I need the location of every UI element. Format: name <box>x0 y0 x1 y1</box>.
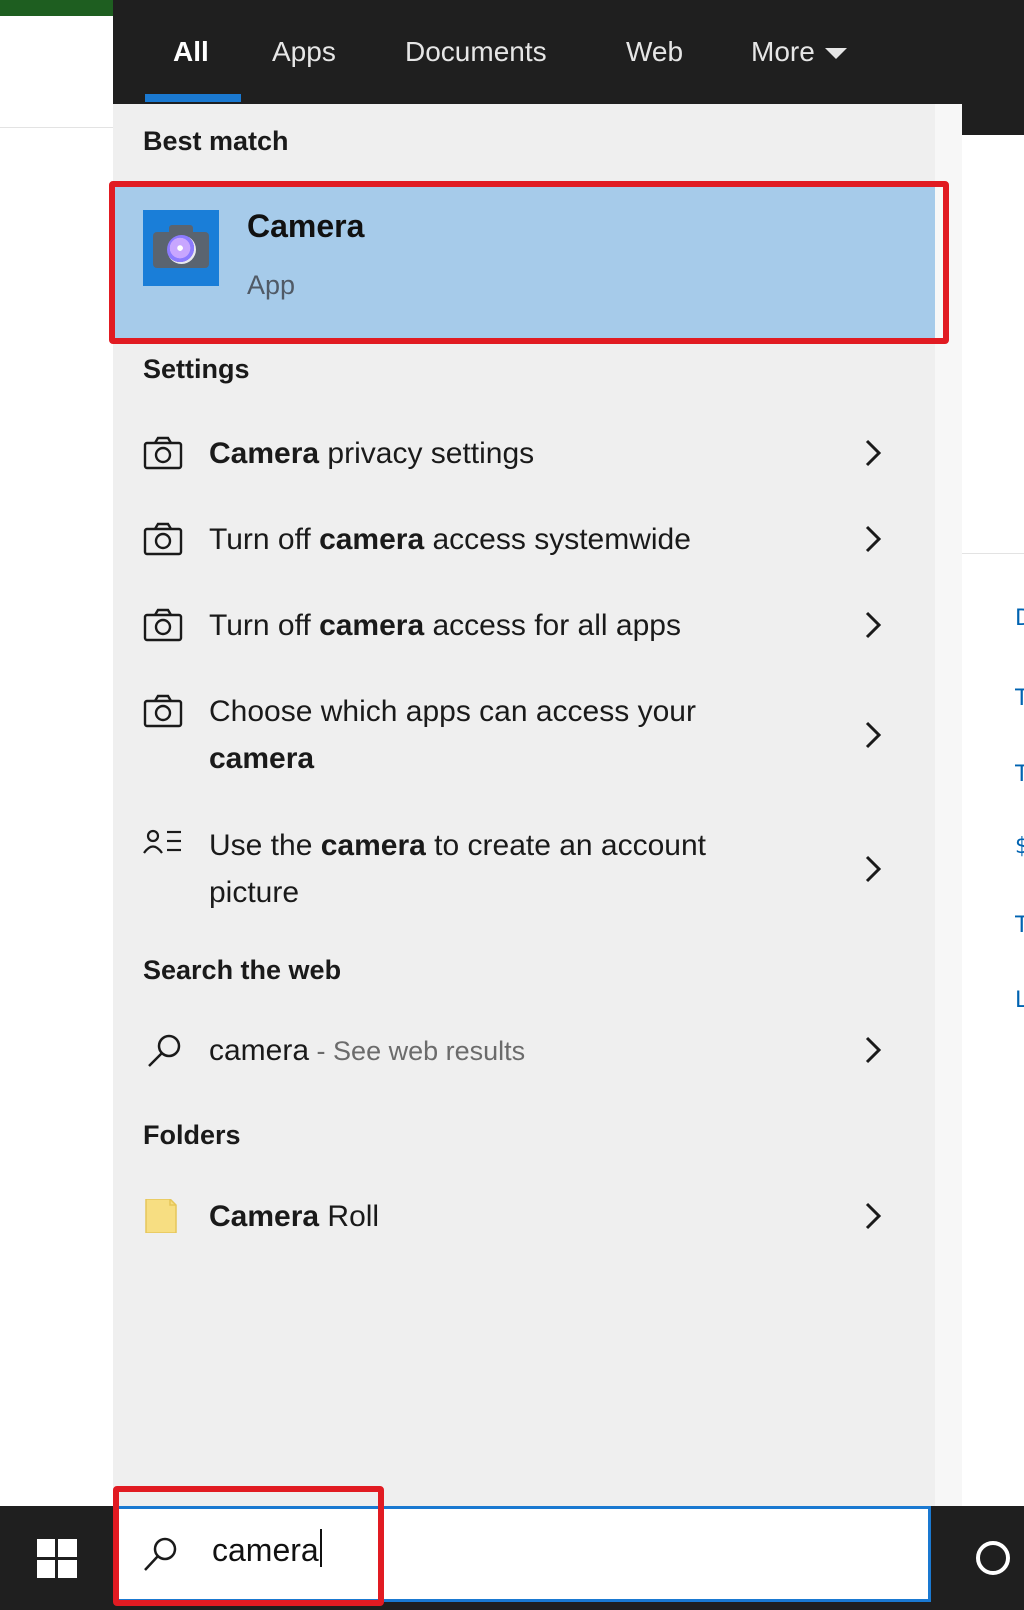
cortana-circle-icon <box>976 1541 1010 1575</box>
tab-documents[interactable]: Documents <box>405 0 547 104</box>
settings-result-label: Use the camera to create an account pictu… <box>209 829 707 909</box>
start-button[interactable] <box>0 1506 113 1610</box>
background-link-fragment: T <box>1015 913 1024 937</box>
search-tab-bar <box>113 0 1024 104</box>
chevron-right-icon <box>865 1202 882 1230</box>
background-divider <box>962 553 1024 554</box>
section-best-match: Best match <box>143 126 289 156</box>
camera-outline-icon <box>143 436 183 470</box>
chevron-right-icon <box>865 611 882 639</box>
tab-more[interactable]: More <box>751 0 847 104</box>
chevron-right-icon <box>865 855 882 883</box>
section-folders: Folders <box>143 1120 241 1150</box>
camera-outline-icon <box>143 694 183 728</box>
background-app-titlebar <box>0 0 113 16</box>
background-link-fragment: $ <box>1015 834 1024 858</box>
active-tab-indicator <box>145 94 241 102</box>
background-link-fragment: T <box>1015 762 1024 786</box>
tab-all[interactable]: All <box>173 0 209 104</box>
background-link-fragment: T <box>1015 686 1024 710</box>
account-list-icon <box>143 829 181 854</box>
camera-outline-icon <box>143 522 183 556</box>
camera-outline-icon <box>143 608 183 642</box>
cortana-button[interactable] <box>962 1506 1024 1610</box>
background-link-fragment: D <box>1015 606 1024 630</box>
chevron-right-icon <box>865 439 882 467</box>
folder-icon <box>145 1199 177 1233</box>
settings-result-label: Turn off camera access systemwide <box>209 523 691 556</box>
settings-result-item[interactable]: Turn off camera access systemwide <box>113 494 935 580</box>
settings-result-item[interactable]: Camera privacy settings <box>113 408 935 494</box>
tab-apps[interactable]: Apps <box>272 0 336 104</box>
settings-result-label: Choose which apps can access your camera <box>209 695 696 775</box>
settings-result-item[interactable]: Choose which apps can access your camera <box>113 666 935 786</box>
folder-item[interactable]: Camera Roll <box>113 1174 935 1264</box>
background-right-area <box>962 135 1024 1506</box>
annotation-highlight-box <box>113 1486 384 1606</box>
background-link-fragment: L <box>1015 988 1024 1012</box>
settings-result-label: Turn off camera access for all apps <box>209 609 681 642</box>
background-left-area <box>0 128 113 1506</box>
settings-result-item[interactable]: Use the camera to create an account pictu… <box>113 800 935 924</box>
windows-logo-icon <box>36 1539 77 1578</box>
background-app-area <box>0 16 113 128</box>
chevron-right-icon <box>865 1036 882 1064</box>
search-icon <box>148 1034 181 1067</box>
chevron-down-icon <box>824 47 847 59</box>
chevron-right-icon <box>865 525 882 553</box>
settings-result-item[interactable]: Turn off camera access for all apps <box>113 580 935 666</box>
section-settings: Settings <box>143 354 250 384</box>
web-result-item[interactable]: camera - See web results <box>113 1010 935 1100</box>
settings-result-label: Camera privacy settings <box>209 437 535 470</box>
annotation-highlight-box <box>109 181 949 344</box>
section-search-web: Search the web <box>143 955 342 985</box>
chevron-right-icon <box>865 721 882 749</box>
tab-web[interactable]: Web <box>626 0 683 104</box>
